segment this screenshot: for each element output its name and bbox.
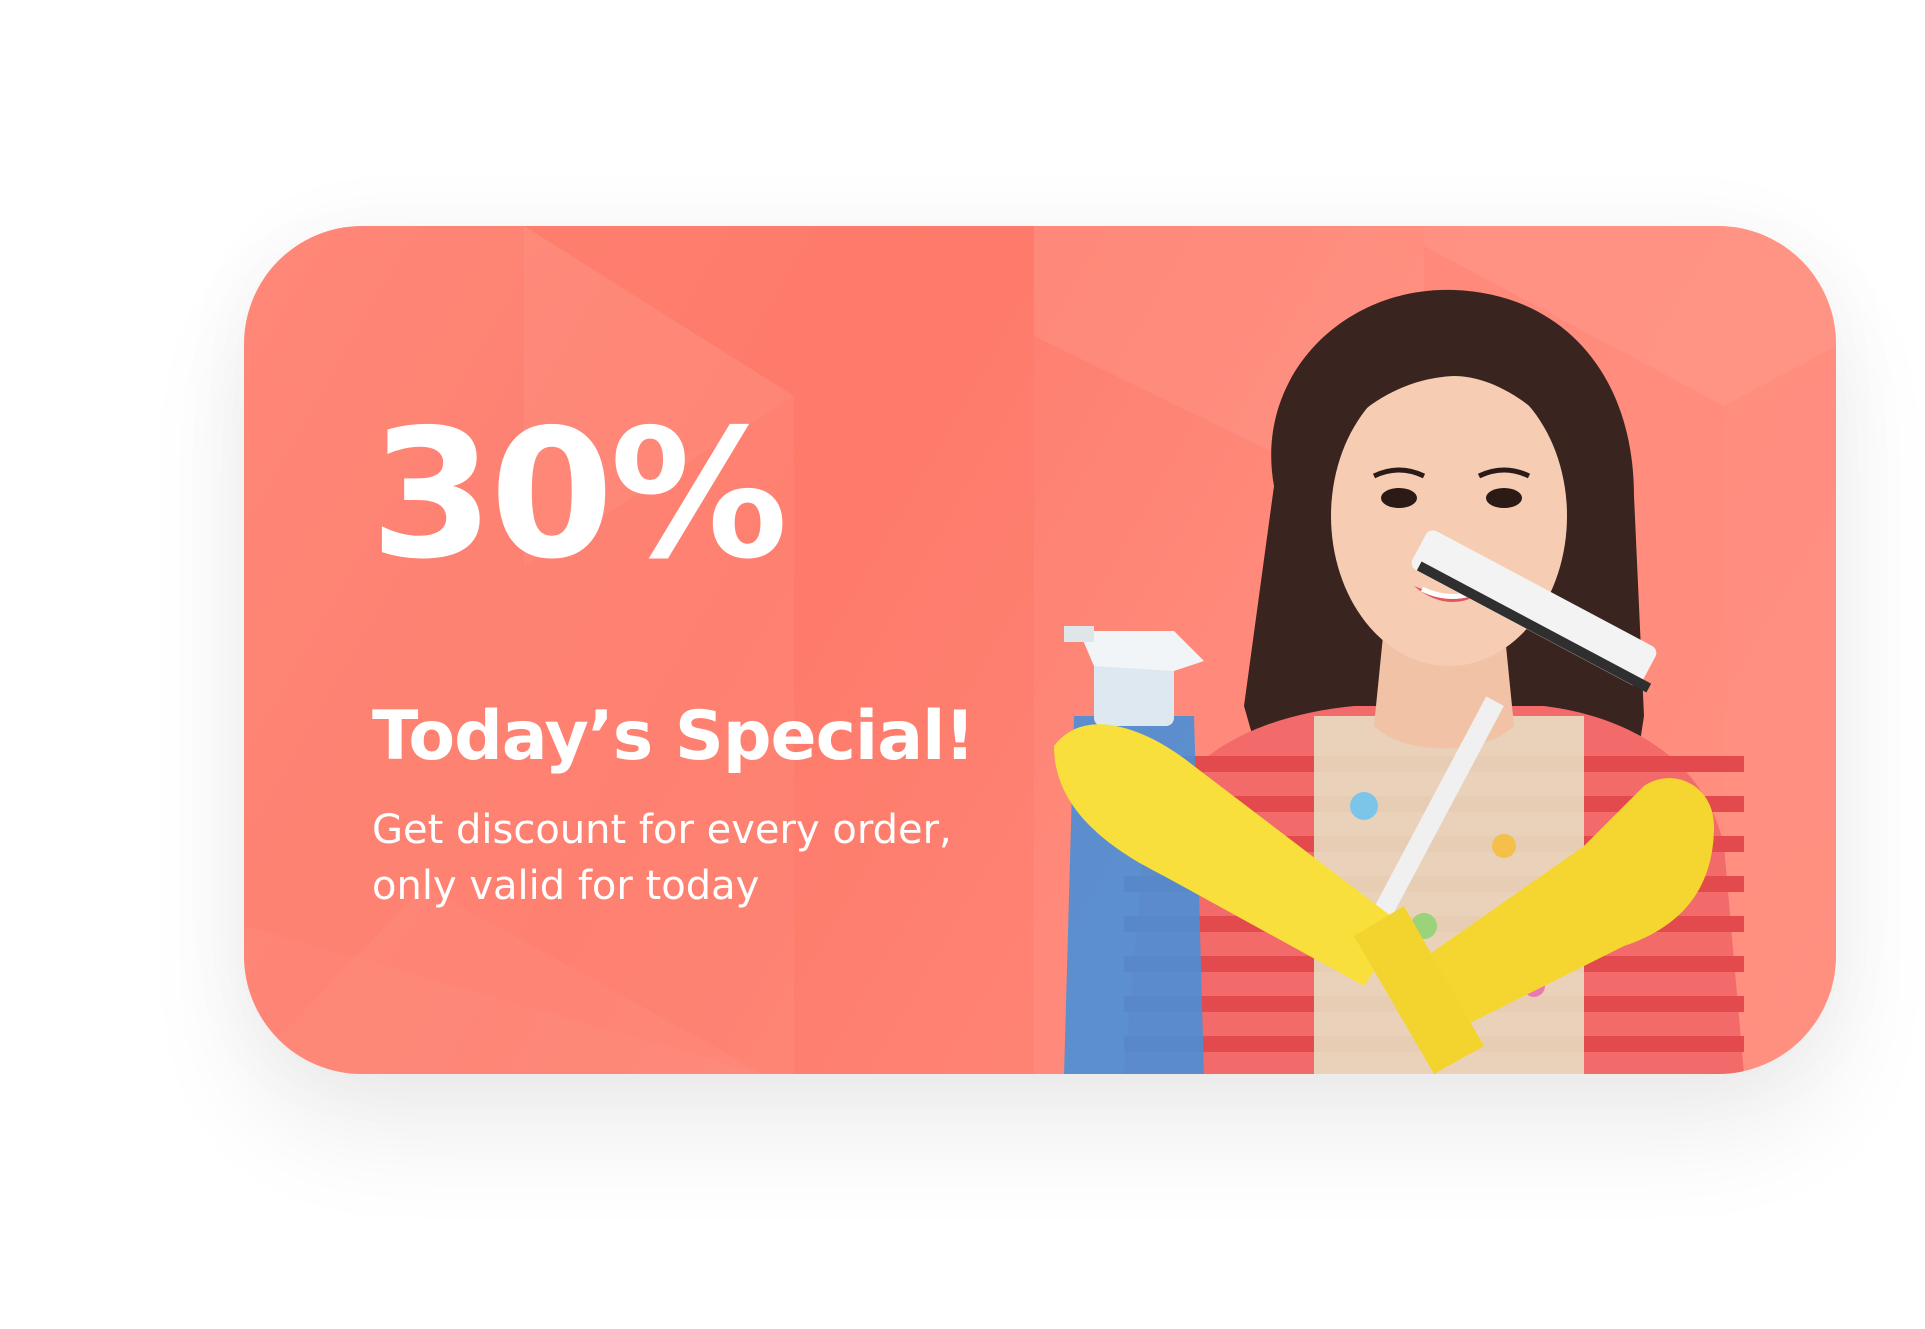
promo-card[interactable]: 30% Today’s Special! Get discount for ev… [244, 226, 1836, 1074]
cleaning-woman-photo [1054, 289, 1744, 1074]
promo-headline: Today’s Special! [372, 697, 975, 776]
discount-percentage: 30% [370, 391, 788, 598]
promo-description: Get discount for every order, only valid… [372, 807, 952, 909]
promo-banner-area: 30% Today’s Special! Get discount for ev… [0, 0, 1925, 1329]
